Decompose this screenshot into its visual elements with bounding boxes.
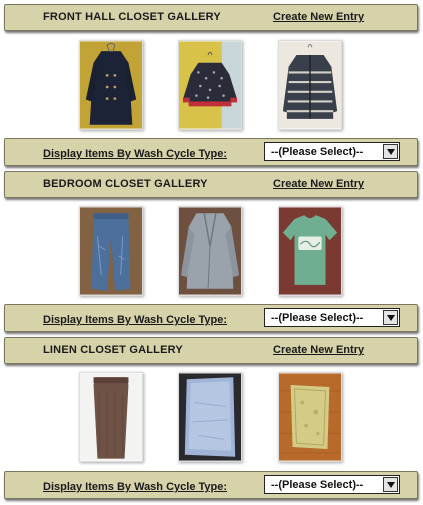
jacket-photo	[179, 41, 241, 129]
wash-filter-bar: Display Items By Wash Cycle Type: --(Ple…	[4, 471, 418, 499]
gallery-item-yellow-cloth[interactable]	[278, 372, 342, 462]
chevron-down-icon[interactable]	[383, 144, 398, 159]
gallery-item-patterned-jacket[interactable]	[178, 40, 242, 130]
wash-cycle-selected-value: --(Please Select)--	[271, 146, 364, 158]
gallery-item-brown-towel[interactable]	[79, 372, 143, 462]
towel-photo	[80, 373, 142, 461]
gallery-item-striped-hoodie[interactable]	[278, 40, 342, 130]
wash-cycle-select[interactable]: --(Please Select)--	[264, 308, 400, 327]
wash-cycle-select[interactable]: --(Please Select)--	[264, 475, 400, 494]
pillowcase-photo	[179, 373, 241, 461]
gallery-item-cardigan[interactable]	[178, 206, 242, 296]
hoodie-photo	[279, 41, 341, 129]
wash-filter-label: Display Items By Wash Cycle Type:	[43, 148, 228, 160]
chevron-down-icon[interactable]	[383, 477, 398, 492]
gallery-header-linen: LINEN CLOSET GALLERY Create New Entry	[4, 337, 418, 364]
gallery-title: LINEN CLOSET GALLERY	[43, 344, 183, 356]
chevron-down-icon[interactable]	[383, 310, 398, 325]
wash-filter-bar: Display Items By Wash Cycle Type: --(Ple…	[4, 138, 418, 166]
wash-cycle-select[interactable]: --(Please Select)--	[264, 142, 400, 161]
wash-filter-label: Display Items By Wash Cycle Type:	[43, 314, 228, 326]
cardigan-photo	[179, 207, 241, 295]
coat-photo	[80, 41, 142, 129]
gallery-title: FRONT HALL CLOSET GALLERY	[43, 11, 221, 23]
create-new-entry-link[interactable]: Create New Entry	[273, 344, 364, 356]
jeans-photo	[80, 207, 142, 295]
cloth-photo	[279, 373, 341, 461]
create-new-entry-link[interactable]: Create New Entry	[273, 178, 364, 190]
gallery-item-jeans[interactable]	[79, 206, 143, 296]
gallery-header-bedroom: BEDROOM CLOSET GALLERY Create New Entry	[4, 171, 418, 198]
wash-cycle-selected-value: --(Please Select)--	[271, 312, 364, 324]
gallery-header-front-hall: FRONT HALL CLOSET GALLERY Create New Ent…	[4, 4, 418, 31]
wash-filter-bar: Display Items By Wash Cycle Type: --(Ple…	[4, 304, 418, 332]
tshirt-photo	[279, 207, 341, 295]
wash-filter-label: Display Items By Wash Cycle Type:	[43, 481, 228, 493]
gallery-item-blue-pillowcase[interactable]	[178, 372, 242, 462]
gallery-title: BEDROOM CLOSET GALLERY	[43, 178, 208, 190]
create-new-entry-link[interactable]: Create New Entry	[273, 11, 364, 23]
gallery-item-green-tshirt[interactable]	[278, 206, 342, 296]
gallery-item-navy-coat[interactable]	[79, 40, 143, 130]
wash-cycle-selected-value: --(Please Select)--	[271, 479, 364, 491]
